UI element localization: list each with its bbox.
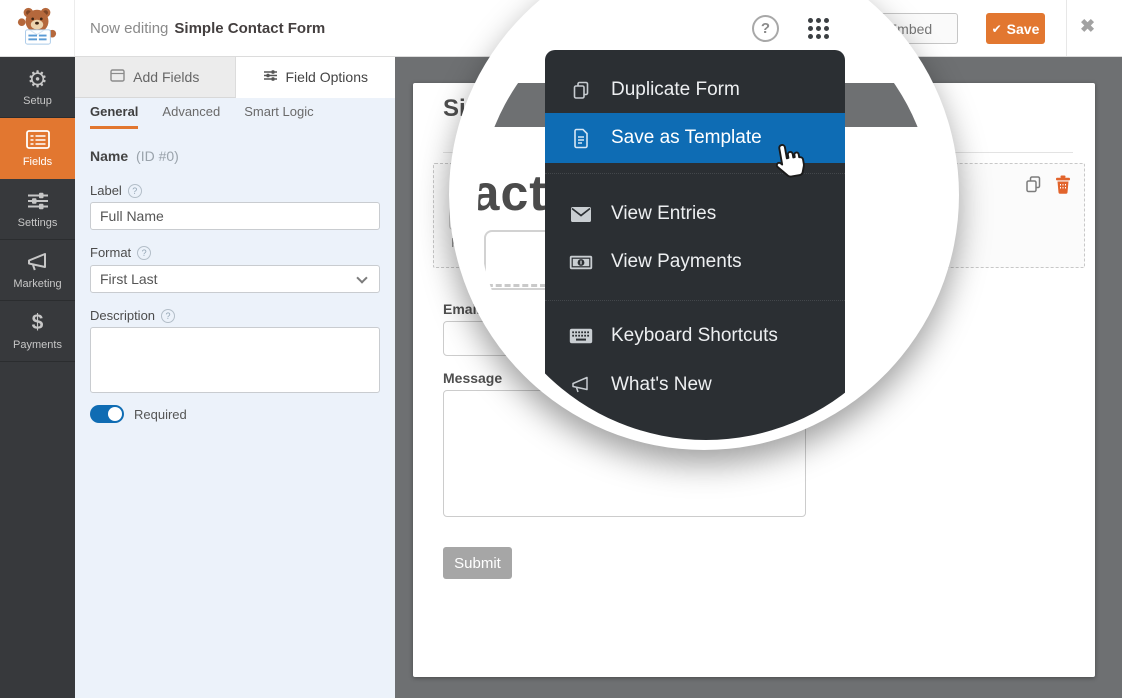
- sidebar-item-label: Fields: [23, 156, 52, 168]
- sidebar-item-setup[interactable]: ⚙ Setup: [0, 57, 75, 118]
- menu-item-label: Duplicate Form: [611, 79, 740, 101]
- save-button-label: Save: [1007, 21, 1040, 37]
- field-name-header: Name (ID #0): [90, 148, 179, 164]
- form-name: Simple Contact Form: [174, 20, 325, 37]
- chevron-down-icon: [356, 272, 367, 283]
- banknote-icon: [568, 255, 594, 270]
- check-icon: ✔: [992, 22, 1002, 36]
- help-circle-icon: ?: [161, 309, 175, 323]
- sidebar-item-label: Setup: [23, 95, 52, 107]
- menu-item-label: View Payments: [611, 251, 742, 273]
- sidebar-item-settings[interactable]: Settings: [0, 179, 75, 240]
- menu-item-label: Keyboard Shortcuts: [611, 325, 778, 347]
- envelope-icon: [568, 206, 594, 223]
- megaphone-icon: [568, 375, 594, 395]
- submit-button[interactable]: Submit: [443, 547, 512, 579]
- field-name: Name: [90, 148, 128, 164]
- field-options-panel: Add Fields Field Options General Advance…: [75, 57, 395, 698]
- subtab-advanced[interactable]: Advanced: [162, 104, 220, 129]
- sidebar-item-label: Marketing: [13, 278, 61, 290]
- now-editing-label: Now editing: [90, 20, 168, 37]
- format-field-label: Format ?: [90, 245, 151, 260]
- panel-tabs: Add Fields Field Options: [75, 57, 395, 98]
- toggle-knob: [108, 407, 122, 421]
- format-select-value: First Last: [100, 271, 158, 287]
- tab-add-fields[interactable]: Add Fields: [75, 57, 236, 98]
- now-editing-text: Now editing Simple Contact Form: [90, 0, 325, 56]
- wpforms-builder: Now editing Simple Contact Form ? Embed …: [0, 0, 1122, 698]
- help-circle-icon: ?: [128, 184, 142, 198]
- message-label: Message: [443, 370, 502, 386]
- sliders-icon: [27, 190, 49, 212]
- bear-logo-icon: [16, 5, 58, 52]
- description-textarea[interactable]: [90, 327, 380, 393]
- duplicate-field-icon[interactable]: [1024, 175, 1043, 199]
- duplicate-icon: [568, 79, 594, 101]
- sidebar-item-marketing[interactable]: Marketing: [0, 240, 75, 301]
- dollar-icon: $: [32, 312, 44, 334]
- sidebar-item-payments[interactable]: $ Payments: [0, 301, 75, 362]
- subtab-smart-logic[interactable]: Smart Logic: [244, 104, 313, 129]
- zoomed-dashed-border: [478, 284, 546, 287]
- menu-item-duplicate-form[interactable]: Duplicate Form: [545, 68, 845, 112]
- option-subtabs: General Advanced Smart Logic: [90, 104, 314, 129]
- save-button[interactable]: ✔ Save: [986, 13, 1045, 44]
- tab-label: Field Options: [286, 69, 368, 85]
- required-row: Required: [90, 405, 187, 423]
- format-select[interactable]: First Last: [90, 265, 380, 293]
- label-field-label: Label ?: [90, 183, 142, 198]
- builder-sidebar: ⚙ Setup Fields Settings Marketing $ Paym…: [0, 57, 75, 698]
- menu-item-label: Save as Template: [611, 127, 762, 149]
- label-input[interactable]: [90, 202, 380, 230]
- gear-icon: ⚙: [27, 68, 48, 90]
- menu-item-label: What's New: [611, 374, 712, 396]
- field-actions: [1024, 175, 1071, 199]
- builder-dropdown-menu: Duplicate Form Save as Template View Ent…: [545, 50, 845, 440]
- add-fields-icon: [110, 69, 125, 85]
- required-label: Required: [134, 407, 187, 422]
- app-logo: [0, 0, 75, 56]
- sidebar-item-label: Settings: [18, 217, 58, 229]
- grid-menu-icon[interactable]: [806, 16, 830, 40]
- sidebar-item-fields[interactable]: Fields: [0, 118, 75, 179]
- tab-label: Add Fields: [133, 69, 199, 85]
- subtab-general[interactable]: General: [90, 104, 138, 129]
- trash-icon[interactable]: [1055, 175, 1071, 199]
- keyboard-icon: [568, 328, 594, 344]
- field-id: (ID #0): [136, 148, 179, 164]
- required-toggle[interactable]: [90, 405, 124, 423]
- sidebar-item-label: Payments: [13, 339, 62, 351]
- form-fields-icon: [26, 129, 50, 151]
- zoomed-title-fragment: tact: [478, 164, 547, 222]
- menu-item-label: View Entries: [611, 203, 716, 225]
- menu-item-view-entries[interactable]: View Entries: [545, 192, 845, 236]
- file-icon: [568, 127, 594, 149]
- megaphone-icon: [27, 251, 49, 273]
- help-icon[interactable]: ?: [752, 15, 779, 42]
- hand-cursor-icon: [769, 139, 810, 187]
- sliders-icon: [263, 69, 278, 85]
- toolbar-divider: [1066, 0, 1067, 56]
- close-icon[interactable]: ✖: [1080, 16, 1095, 37]
- tab-field-options[interactable]: Field Options: [236, 57, 396, 98]
- help-circle-icon: ?: [137, 246, 151, 260]
- menu-divider: [545, 300, 845, 301]
- menu-item-keyboard-shortcuts[interactable]: Keyboard Shortcuts: [545, 314, 845, 358]
- menu-item-whats-new[interactable]: What's New: [545, 363, 845, 407]
- magnifier-lens: tact Duplicate Form Save as Template: [478, 0, 934, 440]
- description-field-label: Description ?: [90, 308, 175, 323]
- menu-item-view-payments[interactable]: View Payments: [545, 240, 845, 284]
